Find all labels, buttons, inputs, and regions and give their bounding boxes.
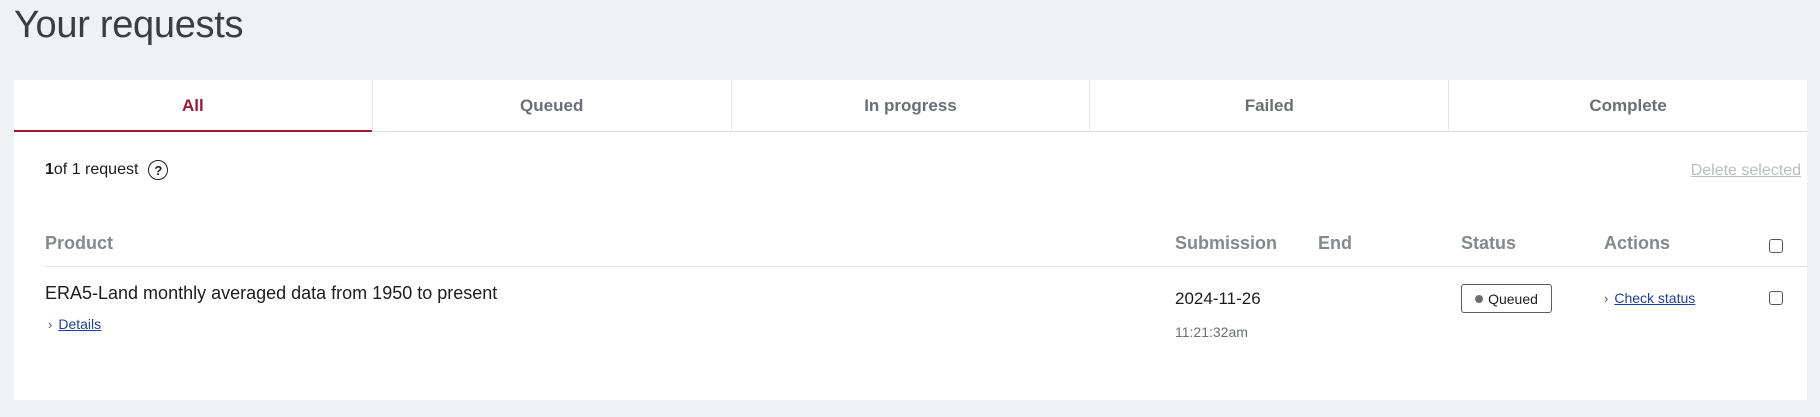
details-link[interactable]: Details [58, 316, 101, 332]
check-status-action[interactable]: › Check status [1604, 290, 1695, 306]
tab-failed[interactable]: Failed [1089, 80, 1448, 131]
request-count-text: of 1 request [53, 161, 139, 178]
column-header-actions: Actions [1604, 233, 1671, 253]
submission-date: 2024-11-26 [1175, 289, 1261, 308]
requests-panel: All Queued In progress Failed Complete 1… [14, 80, 1807, 400]
column-header-product: Product [45, 233, 114, 253]
tab-complete[interactable]: Complete [1448, 80, 1807, 131]
column-header-submission: Submission [1175, 233, 1278, 253]
status-badge: Queued [1461, 284, 1552, 313]
chevron-right-icon: › [1604, 290, 1609, 306]
status-label: Queued [1488, 290, 1538, 307]
select-all-checkbox[interactable] [1769, 239, 1783, 253]
column-header-end: End [1318, 233, 1352, 253]
product-name: ERA5-Land monthly averaged data from 195… [45, 283, 498, 303]
tab-in-progress[interactable]: In progress [730, 80, 1090, 131]
row-select-checkbox[interactable] [1769, 291, 1783, 305]
request-count-number: 1 [45, 161, 54, 178]
submission-time: 11:21:32am [1175, 324, 1248, 340]
page-title: Your requests [14, 4, 244, 46]
question-circle-icon[interactable]: ? [148, 160, 169, 180]
status-dot-icon [1475, 294, 1484, 303]
table-header: Product Submission End Status Actions [45, 227, 1807, 267]
details-toggle[interactable]: › Details [48, 316, 101, 332]
delete-selected-link[interactable]: Delete selected [1691, 162, 1801, 180]
tab-queued[interactable]: Queued [371, 80, 731, 131]
tab-all[interactable]: All [14, 80, 372, 132]
status-tabs: All Queued In progress Failed Complete [14, 80, 1807, 132]
column-header-status: Status [1461, 233, 1517, 253]
request-count: 1 of 1 request ? [45, 160, 169, 180]
check-status-link[interactable]: Check status [1614, 290, 1695, 306]
chevron-right-icon: › [48, 316, 53, 332]
